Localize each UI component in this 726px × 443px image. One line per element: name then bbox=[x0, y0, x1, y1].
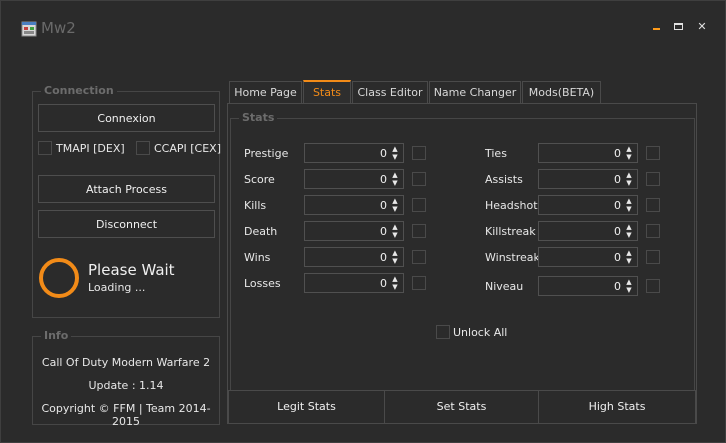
disconnect-button[interactable]: Disconnect bbox=[38, 210, 215, 238]
spin-arrows-icon[interactable]: ▲ ▼ bbox=[390, 275, 400, 291]
spin-arrows-icon[interactable]: ▲ ▼ bbox=[390, 197, 400, 213]
status-title: Please Wait bbox=[88, 261, 175, 279]
stat-assists-input[interactable]: 0 ▲ ▼ bbox=[538, 169, 638, 189]
ccapi-label: CCAPI [CEX] bbox=[154, 142, 222, 155]
tab-class-editor[interactable]: Class Editor bbox=[352, 81, 428, 103]
spin-arrows-icon[interactable]: ▲ ▼ bbox=[390, 171, 400, 187]
spin-arrows-icon[interactable]: ▲ ▼ bbox=[624, 197, 634, 213]
tmapi-label: TMAPI [DEX] bbox=[56, 142, 125, 155]
stat-niveau-checkbox[interactable] bbox=[646, 279, 660, 293]
stat-label: Ties bbox=[485, 147, 507, 160]
stat-label: Score bbox=[244, 173, 275, 186]
spin-arrows-icon[interactable]: ▲ ▼ bbox=[624, 278, 634, 294]
stat-label: Assists bbox=[485, 173, 523, 186]
game-title: Call Of Duty Modern Warfare 2 bbox=[41, 356, 211, 369]
spin-arrows-icon[interactable]: ▲ ▼ bbox=[390, 223, 400, 239]
spin-arrows-icon[interactable]: ▲ ▼ bbox=[390, 249, 400, 265]
stat-label: Kills bbox=[244, 199, 267, 212]
unlock-all-label: Unlock All bbox=[453, 326, 508, 339]
connexion-button[interactable]: Connexion bbox=[38, 104, 215, 132]
close-icon[interactable]: ✕ bbox=[694, 19, 710, 35]
stat-label: Headshots bbox=[485, 199, 544, 212]
minimize-icon[interactable] bbox=[649, 19, 665, 35]
app-window-icon bbox=[21, 21, 37, 37]
stat-label: Wins bbox=[244, 251, 271, 264]
tab-stats[interactable]: Stats bbox=[303, 80, 351, 103]
connection-group-title: Connection bbox=[41, 84, 117, 97]
spin-arrows-icon[interactable]: ▲ ▼ bbox=[624, 145, 634, 161]
stat-prestige-checkbox[interactable] bbox=[412, 146, 426, 160]
tmapi-checkbox[interactable] bbox=[38, 141, 52, 155]
stat-niveau-input[interactable]: 0 ▲ ▼ bbox=[538, 276, 638, 296]
window-title: Mw2 bbox=[41, 19, 76, 37]
main-window: Mw2 ✕ Connection Connexion TMAPI [DEX] C… bbox=[0, 0, 726, 443]
status-subtitle: Loading ... bbox=[88, 281, 146, 294]
attach-process-button[interactable]: Attach Process bbox=[38, 175, 215, 203]
spin-arrows-icon[interactable]: ▲ ▼ bbox=[390, 145, 400, 161]
stat-winstreak-checkbox[interactable] bbox=[646, 250, 660, 264]
stat-wins-input[interactable]: 0 ▲ ▼ bbox=[304, 247, 404, 267]
copyright-text: Copyright © FFM | Team 2014-2015 bbox=[41, 402, 211, 428]
stat-headshots-input[interactable]: 0 ▲ ▼ bbox=[538, 195, 638, 215]
update-version: Update : 1.14 bbox=[88, 379, 164, 392]
stat-ties-checkbox[interactable] bbox=[646, 146, 660, 160]
stat-label: Death bbox=[244, 225, 278, 238]
stats-group-title: Stats bbox=[239, 111, 278, 124]
maximize-icon[interactable] bbox=[671, 19, 687, 35]
unlock-all-checkbox[interactable] bbox=[436, 325, 450, 339]
stat-kills-input[interactable]: 0 ▲ ▼ bbox=[304, 195, 404, 215]
stat-label: Niveau bbox=[485, 280, 524, 293]
stat-death-checkbox[interactable] bbox=[412, 224, 426, 238]
stat-score-input[interactable]: 0 ▲ ▼ bbox=[304, 169, 404, 189]
stat-label: Losses bbox=[244, 277, 281, 290]
legit-stats-button[interactable]: Legit Stats bbox=[228, 390, 385, 424]
tab-mods-beta[interactable]: Mods(BETA) bbox=[522, 81, 601, 103]
stat-losses-input[interactable]: 0 ▲ ▼ bbox=[304, 273, 404, 293]
tab-name-changer[interactable]: Name Changer bbox=[429, 81, 521, 103]
stat-label: Killstreak bbox=[485, 225, 536, 238]
stat-winstreak-input[interactable]: 0 ▲ ▼ bbox=[538, 247, 638, 267]
stat-score-checkbox[interactable] bbox=[412, 172, 426, 186]
tab-home-page[interactable]: Home Page bbox=[229, 81, 302, 103]
stat-assists-checkbox[interactable] bbox=[646, 172, 660, 186]
title-bar[interactable]: Mw2 ✕ bbox=[1, 1, 725, 57]
stat-label: Prestige bbox=[244, 147, 289, 160]
stat-killstreak-checkbox[interactable] bbox=[646, 224, 660, 238]
stat-headshots-checkbox[interactable] bbox=[646, 198, 660, 212]
set-stats-button[interactable]: Set Stats bbox=[384, 390, 539, 424]
stat-prestige-input[interactable]: 0 ▲ ▼ bbox=[304, 143, 404, 163]
high-stats-button[interactable]: High Stats bbox=[538, 390, 696, 424]
stat-kills-checkbox[interactable] bbox=[412, 198, 426, 212]
spin-arrows-icon[interactable]: ▲ ▼ bbox=[624, 249, 634, 265]
loading-spinner-icon bbox=[39, 258, 79, 298]
ccapi-checkbox[interactable] bbox=[136, 141, 150, 155]
stat-ties-input[interactable]: 0 ▲ ▼ bbox=[538, 143, 638, 163]
stat-death-input[interactable]: 0 ▲ ▼ bbox=[304, 221, 404, 241]
spin-arrows-icon[interactable]: ▲ ▼ bbox=[624, 171, 634, 187]
stat-killstreak-input[interactable]: 0 ▲ ▼ bbox=[538, 221, 638, 241]
info-group-title: Info bbox=[41, 329, 72, 342]
stat-label: Winstreak bbox=[485, 251, 540, 264]
spin-arrows-icon[interactable]: ▲ ▼ bbox=[624, 223, 634, 239]
stat-losses-checkbox[interactable] bbox=[412, 276, 426, 290]
stat-wins-checkbox[interactable] bbox=[412, 250, 426, 264]
